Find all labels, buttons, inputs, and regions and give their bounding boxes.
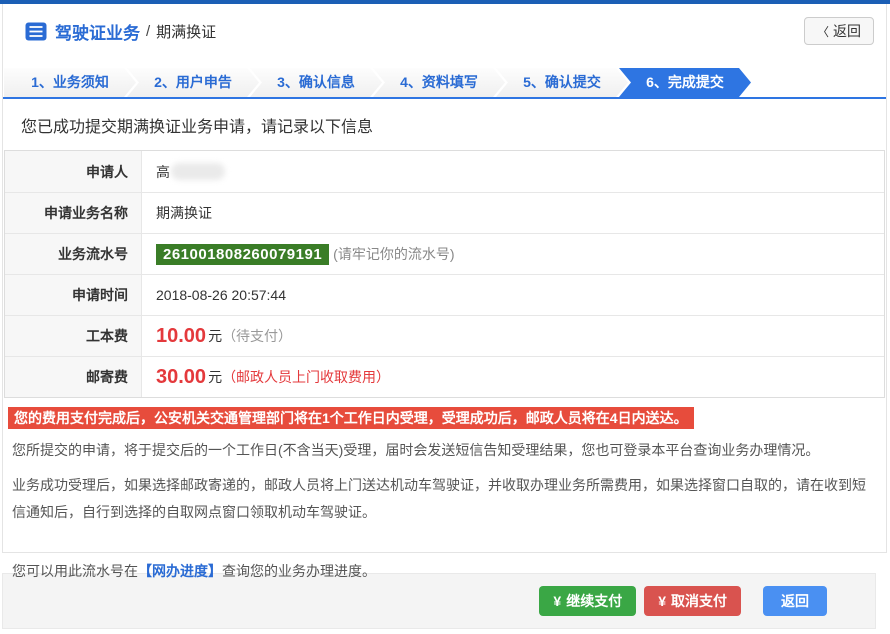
explanation-section: 您所提交的申请，将于提交后的一个工作日(不含当天)受理，届时会发送短信告知受理结… — [3, 437, 886, 585]
step-3-confirm-info[interactable]: 3、确认信息 — [250, 68, 382, 97]
applicant-name-redaction — [171, 163, 225, 180]
yen-icon: ¥ — [658, 593, 666, 609]
continue-payment-button[interactable]: ¥ 继续支付 — [539, 586, 637, 616]
list-document-icon — [25, 22, 47, 41]
header-back-button[interactable]: 〈 返回 — [803, 17, 874, 45]
table-row-production-fee: 工本费 10.00 元 （待支付） — [5, 315, 884, 356]
cancel-payment-button[interactable]: ¥ 取消支付 — [644, 586, 741, 616]
table-row-postage-fee: 邮寄费 30.00 元 （邮政人员上门收取费用） — [5, 356, 884, 397]
table-row-serial-number: 业务流水号 261001808260079191 (请牢记你的流水号) — [5, 233, 884, 274]
applicant-value: 高 — [156, 163, 170, 180]
production-fee-amount: 10.00 — [156, 324, 207, 347]
apply-time-label: 申请时间 — [5, 275, 142, 315]
alert-banner-wrap: 您的费用支付完成后，公安机关交通管理部门将在1个工作日内受理，受理成功后，邮政人… — [3, 398, 886, 429]
page-header: 驾驶证业务 / 期满换证 〈 返回 — [3, 4, 886, 58]
step-1-business-notice[interactable]: 1、业务须知 — [4, 68, 136, 97]
table-row-apply-time: 申请时间 2018-08-26 20:57:44 — [5, 274, 884, 315]
postage-fee-cell: 30.00 元 （邮政人员上门收取费用） — [142, 357, 884, 397]
apply-time-value: 2018-08-26 20:57:44 — [156, 287, 286, 303]
step-2-user-declaration[interactable]: 2、用户申告 — [127, 68, 259, 97]
postage-fee-unit: 元 — [208, 369, 223, 385]
business-name-label: 申请业务名称 — [5, 193, 142, 233]
postage-fee-note: （邮政人员上门收取费用） — [222, 369, 391, 385]
cancel-payment-label: 取消支付 — [671, 593, 727, 609]
production-fee-label: 工本费 — [5, 316, 142, 356]
table-row-business-name: 申请业务名称 期满换证 — [5, 192, 884, 233]
progress-query-suffix: 查询您的业务办理进度。 — [222, 563, 376, 579]
serial-number-hint: (请牢记你的流水号) — [333, 246, 455, 262]
breadcrumb-separator: / — [146, 22, 151, 40]
applicant-label: 申请人 — [5, 151, 142, 192]
success-message: 您已成功提交期满换证业务申请，请记录以下信息 — [21, 119, 374, 136]
business-name-value: 期满换证 — [156, 205, 212, 221]
serial-number-label: 业务流水号 — [5, 234, 142, 274]
table-row-applicant: 申请人 高 — [5, 151, 884, 192]
production-fee-unit: 元 — [208, 328, 223, 344]
paragraph-progress-query: 您可以用此流水号在【网办进度】查询您的业务办理进度。 — [12, 558, 872, 585]
step-wizard-underline — [3, 97, 886, 99]
page-title: 驾驶证业务 — [55, 23, 140, 43]
online-progress-link[interactable]: 【网办进度】 — [138, 563, 222, 579]
application-info-table: 申请人 高 申请业务名称 期满换证 业务流水号 2610018082600791… — [4, 150, 885, 398]
header-back-label: 返回 — [833, 23, 861, 39]
postage-fee-label: 邮寄费 — [5, 357, 142, 397]
step-6-complete-submit[interactable]: 6、完成提交 — [619, 68, 751, 97]
chevron-left-icon: 〈 — [816, 24, 829, 39]
postage-fee-amount: 30.00 — [156, 365, 207, 388]
step-4-fill-materials[interactable]: 4、资料填写 — [373, 68, 505, 97]
serial-number-badge: 261001808260079191 — [156, 243, 330, 265]
footer-back-button[interactable]: 返回 — [763, 586, 827, 616]
continue-payment-label: 继续支付 — [566, 593, 623, 609]
step-5-confirm-submit[interactable]: 5、确认提交 — [496, 68, 628, 97]
paragraph-delivery-options: 业务成功受理后，如果选择邮政寄递的，邮政人员将上门送达机动车驾驶证，并收取办理业… — [12, 477, 866, 520]
production-fee-cell: 10.00 元 （待支付） — [142, 316, 884, 356]
breadcrumb-current: 期满换证 — [156, 23, 217, 41]
paragraph-processing-time: 您所提交的申请，将于提交后的一个工作日(不含当天)受理，届时会发送短信告知受理结… — [12, 442, 820, 458]
production-fee-note: （待支付） — [222, 328, 293, 344]
progress-query-prefix: 您可以用此流水号在 — [12, 563, 138, 579]
main-panel: 驾驶证业务 / 期满换证 〈 返回 1、业务须知 2、用户申告 3、确认信息 4… — [2, 4, 887, 579]
payment-alert-banner: 您的费用支付完成后，公安机关交通管理部门将在1个工作日内受理，受理成功后，邮政人… — [8, 407, 694, 429]
applicant-value-cell: 高 — [142, 151, 884, 192]
yen-icon: ¥ — [553, 593, 562, 609]
step-wizard: 1、业务须知 2、用户申告 3、确认信息 4、资料填写 5、确认提交 6、完成提… — [3, 68, 886, 97]
serial-number-cell: 261001808260079191 (请牢记你的流水号) — [142, 234, 884, 274]
